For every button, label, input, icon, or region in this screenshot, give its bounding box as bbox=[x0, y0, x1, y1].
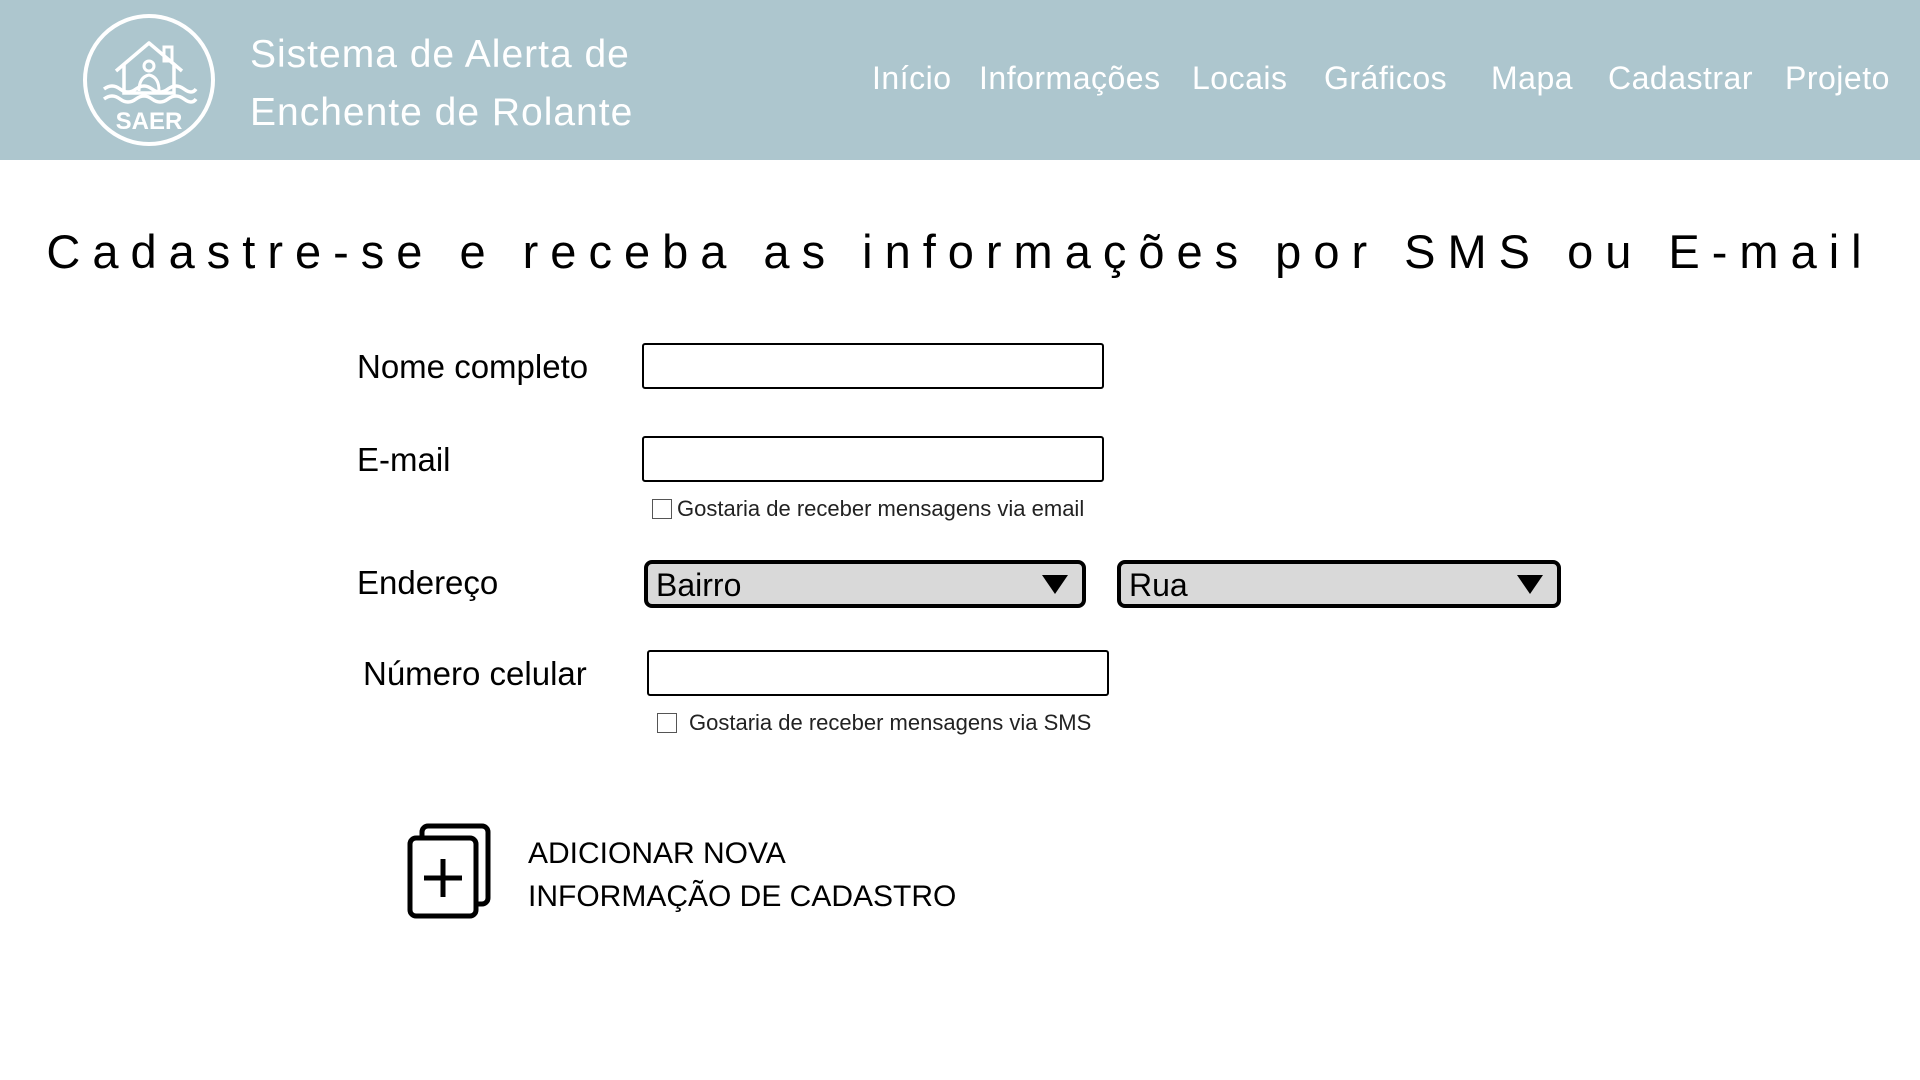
site-title: Sistema de Alerta de Enchente de Rolante bbox=[250, 26, 670, 142]
add-entry-line1: ADICIONAR NOVA bbox=[528, 837, 786, 870]
email-opt-in-label: Gostaria de receber mensagens via email bbox=[677, 496, 1085, 521]
email-label: E-mail bbox=[357, 441, 451, 478]
nav-link-locais[interactable]: Locais bbox=[1192, 58, 1288, 98]
street-select-value: Rua bbox=[1129, 567, 1188, 603]
name-input[interactable] bbox=[642, 343, 1104, 389]
sms-opt-in-label: Gostaria de receber mensagens via SMS bbox=[689, 710, 1092, 735]
street-select[interactable]: Rua bbox=[1117, 560, 1561, 608]
page-title: Cadastre-se e receba as informações por … bbox=[46, 225, 1874, 278]
email-input[interactable] bbox=[642, 436, 1104, 482]
phone-input[interactable] bbox=[647, 650, 1109, 696]
phone-label: Número celular bbox=[363, 655, 587, 692]
saer-logo[interactable]: SAER bbox=[82, 13, 216, 147]
add-copy-icon[interactable] bbox=[406, 822, 496, 922]
logo-text: SAER bbox=[116, 108, 183, 135]
nav-link-projeto[interactable]: Projeto bbox=[1785, 58, 1890, 98]
nav-link-mapa[interactable]: Mapa bbox=[1491, 58, 1573, 98]
nav-link-graficos[interactable]: Gráficos bbox=[1324, 58, 1447, 98]
site-header: SAER Sistema de Alerta de Enchente de Ro… bbox=[0, 0, 1920, 160]
site-title-line1: Sistema de Alerta de bbox=[250, 33, 630, 76]
add-entry-button[interactable]: ADICIONAR NOVA INFORMAÇÃO DE CADASTRO bbox=[528, 832, 956, 918]
neighborhood-select-value: Bairro bbox=[656, 567, 742, 603]
nav-link-informacoes[interactable]: Informações bbox=[979, 58, 1161, 98]
sms-opt-in-checkbox[interactable] bbox=[657, 713, 677, 733]
site-title-line2: Enchente de Rolante bbox=[250, 91, 634, 134]
name-label: Nome completo bbox=[357, 348, 589, 385]
chevron-down-icon bbox=[1517, 575, 1543, 594]
neighborhood-select[interactable]: Bairro bbox=[644, 560, 1086, 608]
add-entry-line2: INFORMAÇÃO DE CADASTRO bbox=[528, 880, 957, 913]
address-label: Endereço bbox=[357, 564, 499, 601]
chevron-down-icon bbox=[1042, 575, 1068, 594]
email-opt-in-checkbox[interactable] bbox=[652, 499, 672, 519]
nav-link-inicio[interactable]: Início bbox=[872, 58, 951, 98]
nav-link-cadastrar[interactable]: Cadastrar bbox=[1608, 58, 1753, 98]
